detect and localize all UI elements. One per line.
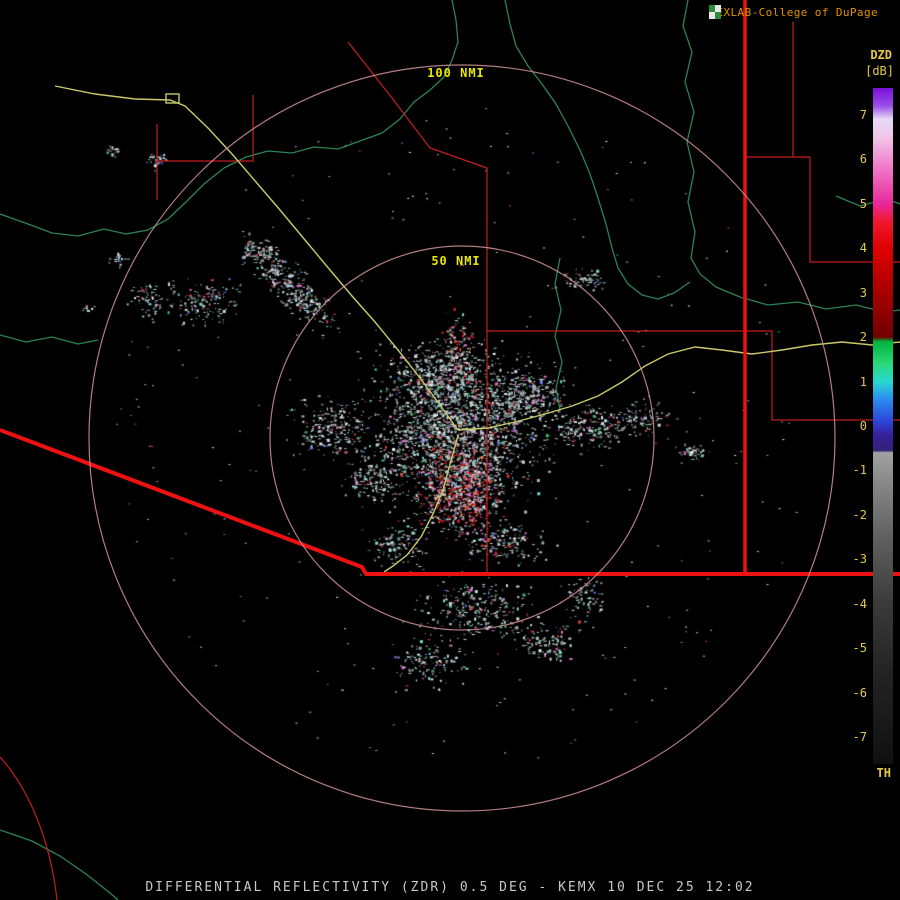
colorbar-gradient <box>873 88 893 764</box>
cod-logo-icon <box>709 5 896 19</box>
range-ring-label-100: 100 NMI <box>427 66 485 80</box>
colorbar-tick-label: -4 <box>852 596 867 611</box>
colorbar-tick-label: -6 <box>852 685 867 700</box>
county-line <box>347 41 488 169</box>
product-caption: DIFFERENTIAL REFLECTIVITY (ZDR) 0.5 DEG … <box>145 880 755 895</box>
river-lines <box>0 0 900 900</box>
river-line <box>504 0 691 300</box>
colorbar-product-label: DZD <box>870 48 892 62</box>
colorbar-tick-label: -3 <box>852 552 867 567</box>
colorbar-bottom-label: TH <box>876 766 891 780</box>
colorbar-tick-label: 0 <box>859 419 867 433</box>
radar-display: 50 NMI 100 NMI NEXLAB-College of DuPage … <box>0 0 900 900</box>
brand-text: NEXLAB-College of DuPage <box>709 5 878 19</box>
river-line <box>0 0 459 237</box>
river-line <box>682 0 900 313</box>
brand: NEXLAB-College of DuPage <box>709 5 896 19</box>
road-line-i19-south <box>383 435 459 573</box>
colorbar-tick-label: 6 <box>859 152 867 167</box>
colorbar-tick-label: -1 <box>852 463 867 478</box>
colorbar-tick-label: -7 <box>852 730 867 745</box>
range-ring-label-50: 50 NMI <box>431 254 481 268</box>
road-line-i10-west <box>54 85 459 431</box>
colorbar-tick-label: -5 <box>852 641 867 656</box>
river-line <box>0 334 99 345</box>
state-border-lines <box>0 0 900 576</box>
colorbar-tick-label: 7 <box>859 107 867 122</box>
border-mexico <box>0 428 900 576</box>
county-line <box>157 95 254 162</box>
colorbar-tick-label: 2 <box>859 330 867 345</box>
county-line <box>0 756 58 900</box>
colorbar-tick-label: 5 <box>859 196 867 211</box>
colorbar-tick-label: 4 <box>859 241 867 256</box>
colorbar-tick-label: 3 <box>859 285 867 300</box>
colorbar-units-label: [dB] <box>865 64 894 78</box>
county-lines <box>0 22 900 900</box>
river-line <box>554 257 563 411</box>
colorbar-tick-label: -2 <box>852 507 867 522</box>
range-ring <box>88 64 836 812</box>
map-overlay-svg <box>0 0 900 900</box>
colorbar-tick-label: 1 <box>859 374 867 389</box>
range-rings <box>88 64 836 812</box>
